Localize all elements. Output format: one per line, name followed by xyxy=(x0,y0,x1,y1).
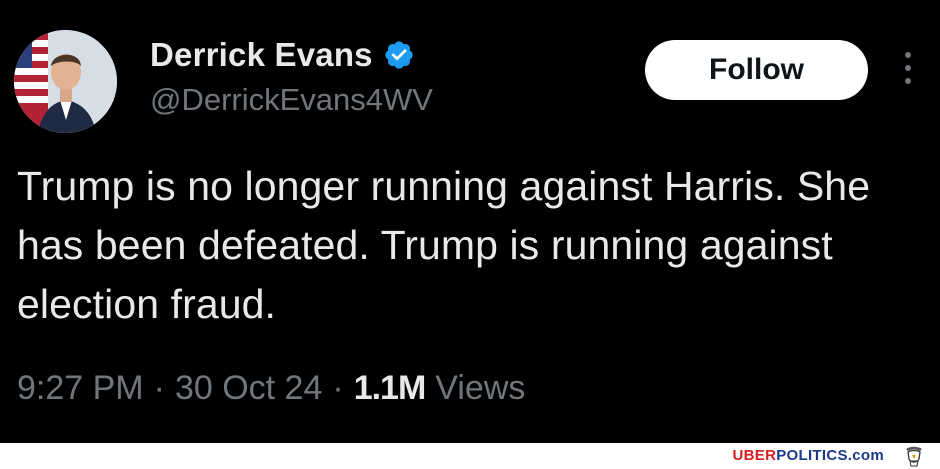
watermark-part-uber: UBER xyxy=(732,447,777,464)
watermark-part-politics: POLITICS xyxy=(776,447,848,464)
watermark-text: UBERPOLITICS.com xyxy=(733,447,885,464)
tweet-meta: 9:27 PM · 30 Oct 24 · 1.1M Views xyxy=(17,369,525,408)
tweet-card: Derrick Evans @DerrickEvans4WV Follow Tr… xyxy=(0,0,940,443)
views-count: 1.1M xyxy=(353,369,427,407)
eagle-logo-icon xyxy=(906,446,922,467)
more-options-icon[interactable] xyxy=(896,52,920,90)
watermark-bar: UBERPOLITICS.com xyxy=(0,443,940,469)
verified-badge-icon xyxy=(385,41,413,69)
tweet-time[interactable]: 9:27 PM xyxy=(17,369,144,408)
follow-button[interactable]: Follow xyxy=(645,40,868,100)
author-row: Derrick Evans xyxy=(150,36,415,74)
author-handle[interactable]: @DerrickEvans4WV xyxy=(150,82,433,118)
watermark-part-com: .com xyxy=(847,447,884,464)
avatar[interactable] xyxy=(14,30,117,133)
tweet-date[interactable]: 30 Oct 24 xyxy=(175,369,322,408)
tweet-text: Trump is no longer running against Harri… xyxy=(17,163,871,327)
author-name[interactable]: Derrick Evans xyxy=(150,36,373,74)
meta-separator: · xyxy=(153,369,165,407)
views-label: Views xyxy=(435,369,526,407)
meta-separator: · xyxy=(332,369,344,407)
